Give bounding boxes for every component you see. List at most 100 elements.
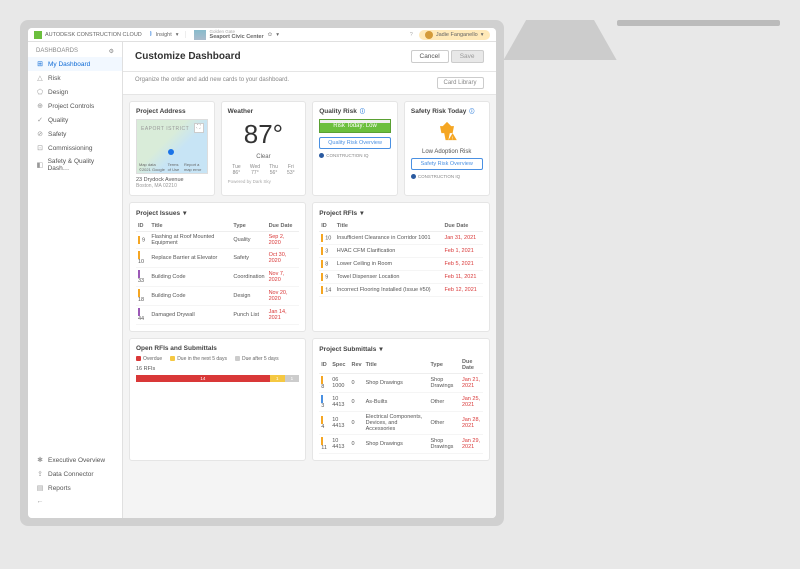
card-title: Open RFIs and Submittals bbox=[136, 345, 299, 352]
card-quality-risk[interactable]: Quality Riskⓘ Risk Today: Low Quality Ri… bbox=[312, 101, 398, 196]
sidebar-item-executive-overview[interactable]: ✱Executive Overview bbox=[28, 453, 123, 467]
sidebar-header: DASHBOARDS ⚙ bbox=[28, 46, 122, 57]
project-selector[interactable]: Golden Gate Seaport Civic Center ✿ ▾ bbox=[194, 29, 279, 40]
sidebar-item-commissioning[interactable]: ⊡ Commissioning bbox=[28, 141, 122, 155]
gear-icon[interactable]: ✿ bbox=[268, 32, 273, 38]
card-title: Project Address bbox=[136, 108, 208, 115]
table-row[interactable]: 9Towel Dispenser LocationFeb 11, 2021 bbox=[319, 271, 482, 284]
settings-icon[interactable]: ⚙ bbox=[109, 48, 114, 55]
card-title: Quality Riskⓘ bbox=[319, 108, 391, 115]
bar-segment: 1 bbox=[285, 375, 300, 382]
card-title[interactable]: Project Submittals ▾ bbox=[319, 345, 482, 353]
address-line2: Boston, MA 02210 bbox=[136, 183, 208, 189]
map-terms[interactable]: Terms of Use bbox=[168, 162, 182, 172]
card-project-issues[interactable]: Project Issues ▾ ID Title Type Due Date … bbox=[129, 202, 306, 332]
sidebar-item-label: Commissioning bbox=[48, 145, 92, 152]
table-row[interactable]: 1110 44130Shop DrawingsShop DrawingsJan … bbox=[319, 435, 482, 454]
card-project-submittals[interactable]: Project Submittals ▾ ID Spec Rev Title T… bbox=[312, 338, 489, 461]
sidebar-item-label: Project Controls bbox=[48, 103, 94, 110]
brand-area: AUTODESK CONSTRUCTION CLOUD bbox=[34, 31, 142, 39]
card-title: Weather bbox=[228, 108, 300, 115]
card-project-address[interactable]: Project Address EAPORT ISTRICT ⛶ Map dat… bbox=[129, 101, 215, 196]
table-row[interactable]: 806 10000Shop DrawingsShop DrawingsJan 2… bbox=[319, 374, 482, 393]
brand-icon bbox=[34, 31, 42, 39]
nav-icon: ⇪ bbox=[36, 470, 44, 478]
sidebar-item-safety-quality-dash-[interactable]: ◧Safety & Quality Dash… bbox=[28, 155, 122, 175]
chevron-down-icon: ▾ bbox=[176, 32, 179, 38]
nav-icon: ⊕ bbox=[36, 102, 44, 110]
nav-icon: ⊞ bbox=[36, 60, 44, 68]
card-title[interactable]: Project RFIs ▾ bbox=[319, 209, 482, 217]
chart-icon: ⫾ bbox=[150, 31, 152, 38]
card-project-rfis[interactable]: Project RFIs ▾ ID Title Due Date 10Insuf… bbox=[312, 202, 489, 332]
sidebar: DASHBOARDS ⚙ ⊞My Dashboard △ Risk ⬠Design ⊕ P… bbox=[28, 42, 123, 518]
forecast-day: Thu56° bbox=[269, 164, 278, 176]
forecast-day: Tue86° bbox=[232, 164, 240, 176]
map-attribution: Map data ©2021 Google bbox=[139, 162, 166, 172]
sidebar-item-label: Data Connector bbox=[48, 471, 94, 478]
map-area-label: EAPORT ISTRICT bbox=[141, 126, 189, 132]
table-row[interactable]: 310 44130As-BuiltsOtherJan 25, 2021 bbox=[319, 393, 482, 412]
card-safety-risk[interactable]: Safety Risk Todayⓘ ! Low Adoption Risk S… bbox=[404, 101, 490, 196]
info-icon[interactable]: ⓘ bbox=[469, 108, 474, 115]
card-library-button[interactable]: Card Library bbox=[437, 77, 484, 89]
construction-iq-label: CONSTRUCTION IQ bbox=[319, 153, 391, 158]
card-open-rfis-submittals[interactable]: Open RFIs and Submittals OverdueDue in t… bbox=[129, 338, 306, 461]
forecast-day: Fri53° bbox=[287, 164, 295, 176]
weather-temp: 87° bbox=[228, 119, 300, 150]
sidebar-item-label: Quality bbox=[48, 117, 68, 124]
user-menu[interactable]: Jadie Fanganello ▾ bbox=[419, 30, 490, 40]
sidebar-item-design[interactable]: ⬠Design bbox=[28, 85, 122, 99]
table-row[interactable]: 3HVAC CFM ClarificationFeb 1, 2021 bbox=[319, 245, 482, 258]
table-row[interactable]: 8Lower Ceiling in RoomFeb 5, 2021 bbox=[319, 258, 482, 271]
sidebar-item-collapse[interactable]: ← bbox=[28, 495, 123, 508]
legend-item: Overdue bbox=[136, 356, 162, 362]
brand-label: AUTODESK CONSTRUCTION CLOUD bbox=[45, 32, 142, 38]
nav-icon: △ bbox=[36, 74, 44, 82]
quality-risk-overview-button[interactable]: Quality Risk Overview bbox=[319, 137, 391, 149]
sidebar-item-my-dashboard[interactable]: ⊞My Dashboard bbox=[28, 57, 122, 71]
sidebar-item-safety[interactable]: ⊘Safety bbox=[28, 127, 122, 141]
card-weather[interactable]: Weather 87° Clear Tue86°Wed77°Thu56°Fri5… bbox=[221, 101, 307, 196]
sidebar-item-label: Risk bbox=[48, 75, 61, 82]
table-row[interactable]: 410 44130Electrical Components, Devices,… bbox=[319, 412, 482, 435]
cancel-button[interactable]: Cancel bbox=[411, 50, 449, 63]
insight-selector[interactable]: ⫾ Insight ▾ bbox=[150, 31, 186, 38]
sidebar-item-quality[interactable]: ✓ Quality bbox=[28, 113, 122, 127]
fullscreen-icon[interactable]: ⛶ bbox=[194, 123, 204, 133]
card-title[interactable]: Project Issues ▾ bbox=[136, 209, 299, 217]
nav-icon: ⬠ bbox=[36, 88, 44, 96]
sidebar-item-data-connector[interactable]: ⇪ Data Connector bbox=[28, 467, 123, 481]
sidebar-item-risk[interactable]: △ Risk bbox=[28, 71, 122, 85]
sidebar-item-label: Reports bbox=[48, 485, 71, 492]
table-row[interactable]: 44Damaged DrywallPunch ListJan 14, 2021 bbox=[136, 306, 299, 325]
table-row[interactable]: 10Insufficient Clearance in Corridor 100… bbox=[319, 232, 482, 245]
sidebar-item-project-controls[interactable]: ⊕ Project Controls bbox=[28, 99, 122, 113]
sidebar-item-reports[interactable]: ▤ Reports bbox=[28, 481, 123, 495]
bar-segment: 14 bbox=[136, 375, 270, 382]
main-header: Customize Dashboard Cancel Save bbox=[123, 42, 496, 72]
nav-icon: ⊡ bbox=[36, 144, 44, 152]
table-row[interactable]: 9Flashing at Roof Mounted EquipmentQuali… bbox=[136, 232, 299, 249]
rfis-table: ID Title Due Date 10Insufficient Clearan… bbox=[319, 221, 482, 297]
sub-header: Organize the order and add new cards to … bbox=[123, 72, 496, 95]
save-button[interactable]: Save bbox=[451, 50, 484, 63]
table-row[interactable]: 10Replace Barrier at ElevatorSafetyOct 3… bbox=[136, 249, 299, 268]
table-row[interactable]: 18Building CodeDesignNov 20, 2020 bbox=[136, 287, 299, 306]
main-content: Customize Dashboard Cancel Save Organize… bbox=[123, 42, 496, 518]
info-icon[interactable]: ⓘ bbox=[360, 108, 365, 115]
forecast-day: Wed77° bbox=[250, 164, 260, 176]
map-report[interactable]: Report a map error bbox=[184, 162, 205, 172]
table-row[interactable]: 33Building CodeCoordinationNov 7, 2020 bbox=[136, 268, 299, 287]
weather-attribution: Powered by Dark Sky bbox=[228, 179, 300, 184]
chevron-down-icon: ▾ bbox=[379, 345, 382, 353]
nav-icon: ✓ bbox=[36, 116, 44, 124]
nav-icon: ▤ bbox=[36, 484, 44, 492]
rfi-stacked-bar: 1411 bbox=[136, 375, 299, 382]
safety-risk-overview-button[interactable]: Safety Risk Overview bbox=[411, 158, 483, 170]
safety-risk-label: Low Adoption Risk bbox=[411, 149, 483, 155]
map[interactable]: EAPORT ISTRICT ⛶ Map data ©2021 Google T… bbox=[136, 119, 208, 174]
table-row[interactable]: 14Incorrect Flooring Installed (Issue #5… bbox=[319, 284, 482, 297]
help-icon[interactable]: ? bbox=[410, 32, 413, 38]
card-title: Safety Risk Todayⓘ bbox=[411, 108, 483, 115]
